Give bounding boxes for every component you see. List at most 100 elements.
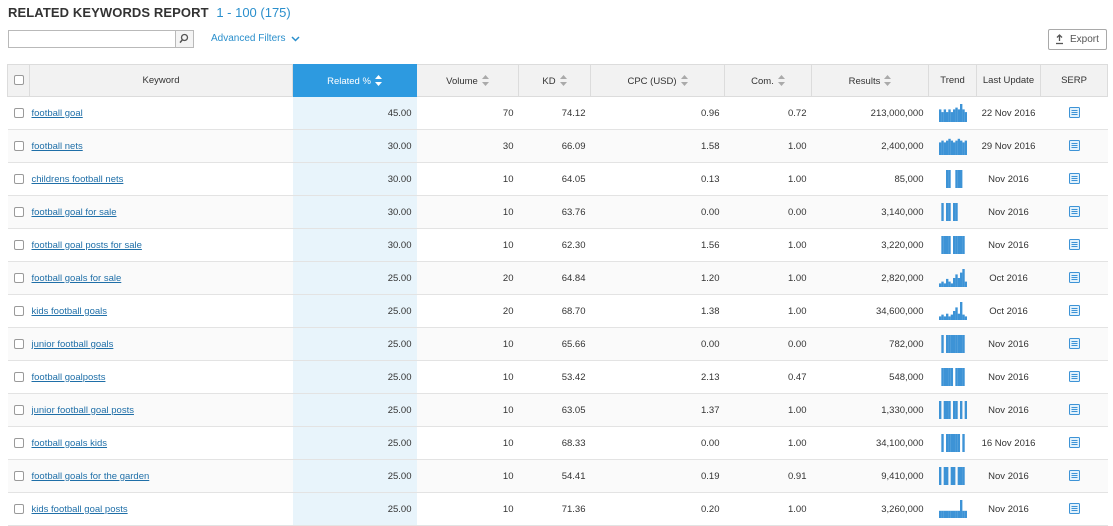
serp-document-icon[interactable] <box>1068 272 1080 284</box>
row-checkbox[interactable] <box>13 437 24 448</box>
trend-bar <box>954 274 958 287</box>
trend-bar <box>943 467 946 485</box>
export-button[interactable]: Export <box>1048 29 1107 50</box>
trend-bar <box>959 170 962 188</box>
keyword-link[interactable]: football nets <box>32 141 83 152</box>
trend-bar <box>959 500 962 518</box>
keyword-link[interactable]: kids football goal posts <box>32 504 128 515</box>
row-checkbox[interactable] <box>13 173 24 184</box>
row-select-cell <box>7 162 30 196</box>
com-cell: 0.91 <box>724 459 812 493</box>
keyword-link[interactable]: junior football goals <box>32 339 114 350</box>
serp-document-icon[interactable] <box>1068 140 1080 152</box>
row-checkbox[interactable] <box>13 338 24 349</box>
trend-sparkline <box>938 500 967 518</box>
trend-bar <box>940 281 944 287</box>
trend-sparkline <box>938 467 965 485</box>
table-row: kids football goals 25.00 20 68.70 1.38 … <box>7 294 1108 328</box>
serp-document-icon[interactable] <box>1068 503 1080 515</box>
keyword-link[interactable]: football goals kids <box>32 438 108 449</box>
row-checkbox[interactable] <box>13 470 24 481</box>
col-kd-label: KD <box>542 75 556 87</box>
serp-document-icon[interactable] <box>1068 470 1080 482</box>
volume-cell: 10 <box>416 228 519 262</box>
row-checkbox[interactable] <box>13 272 24 283</box>
com-cell: 0.47 <box>724 360 812 394</box>
trend-sparkline <box>940 236 965 254</box>
trend-sparkline <box>938 302 967 320</box>
select-all-checkbox[interactable] <box>13 75 24 86</box>
results-cell: 1,330,000 <box>811 393 929 427</box>
serp-document-icon[interactable] <box>1068 173 1080 185</box>
com-cell: 0.00 <box>724 195 812 229</box>
sort-icon <box>680 74 688 86</box>
results-cell: 2,400,000 <box>811 129 929 163</box>
row-checkbox[interactable] <box>13 404 24 415</box>
serp-document-icon[interactable] <box>1068 404 1080 416</box>
serp-document-icon[interactable] <box>1068 239 1080 251</box>
results-cell: 34,600,000 <box>811 294 929 328</box>
sort-icon <box>559 74 567 86</box>
serp-document-icon[interactable] <box>1068 107 1080 119</box>
keyword-link[interactable]: football goals for sale <box>32 273 122 284</box>
col-keyword[interactable]: Keyword <box>29 64 293 97</box>
trend-bar <box>947 109 951 122</box>
keyword-link[interactable]: football goal for sale <box>32 207 117 218</box>
trend-bar <box>945 335 948 353</box>
serp-document-icon[interactable] <box>1068 305 1080 317</box>
col-kd[interactable]: KD <box>518 64 591 97</box>
keyword-link[interactable]: football goalposts <box>32 372 106 383</box>
serp-document-icon[interactable] <box>1068 437 1080 449</box>
col-volume[interactable]: Volume <box>416 64 519 97</box>
row-checkbox[interactable] <box>13 503 24 514</box>
row-select-cell <box>7 294 30 328</box>
trend-bar <box>945 467 948 485</box>
col-results[interactable]: Results <box>811 64 929 97</box>
keyword-cell: football goal for sale <box>29 195 293 229</box>
row-select-cell <box>7 129 30 163</box>
col-cpc[interactable]: CPC (USD) <box>590 64 725 97</box>
trend-bar <box>964 140 967 155</box>
trend-bar <box>940 140 944 155</box>
trend-bar <box>947 401 951 419</box>
keyword-link[interactable]: childrens football nets <box>32 174 124 185</box>
com-cell: 1.00 <box>724 162 812 196</box>
row-checkbox[interactable] <box>13 140 24 151</box>
kd-cell: 68.70 <box>518 294 591 328</box>
trend-bar <box>961 269 965 287</box>
trend-bar <box>954 236 958 254</box>
advanced-filters-toggle[interactable]: Advanced Filters <box>211 33 300 45</box>
col-related[interactable]: Related % <box>292 64 417 97</box>
trend-bar <box>959 236 962 254</box>
results-cell: 3,140,000 <box>811 195 929 229</box>
trend-bar <box>957 368 960 386</box>
keyword-link[interactable]: football goal <box>32 108 83 119</box>
search-button[interactable] <box>175 31 193 47</box>
row-select-cell <box>7 492 30 526</box>
row-checkbox[interactable] <box>13 305 24 316</box>
last-update-cell: Nov 2016 <box>976 360 1041 394</box>
last-update-cell: Nov 2016 <box>976 327 1041 361</box>
trend-bar <box>940 368 944 386</box>
trend-bar <box>961 142 965 155</box>
trend-bar <box>938 316 941 320</box>
trend-sparkline <box>938 401 967 419</box>
row-checkbox[interactable] <box>13 371 24 382</box>
serp-document-icon[interactable] <box>1068 371 1080 383</box>
search-input[interactable] <box>9 31 177 47</box>
trend-bar <box>945 112 948 122</box>
trend-bar <box>940 112 944 122</box>
keyword-link[interactable]: kids football goals <box>32 306 108 317</box>
serp-document-icon[interactable] <box>1068 206 1080 218</box>
keyword-link[interactable]: football goals for the garden <box>32 471 150 482</box>
row-checkbox[interactable] <box>13 206 24 217</box>
col-com[interactable]: Com. <box>724 64 812 97</box>
trend-bar <box>957 313 960 320</box>
trend-bar <box>950 283 953 287</box>
serp-document-icon[interactable] <box>1068 338 1080 350</box>
keyword-link[interactable]: football goal posts for sale <box>32 240 142 251</box>
row-checkbox[interactable] <box>13 239 24 250</box>
row-checkbox[interactable] <box>13 107 24 118</box>
keyword-link[interactable]: junior football goal posts <box>32 405 134 416</box>
last-update-cell: 22 Nov 2016 <box>976 96 1041 130</box>
